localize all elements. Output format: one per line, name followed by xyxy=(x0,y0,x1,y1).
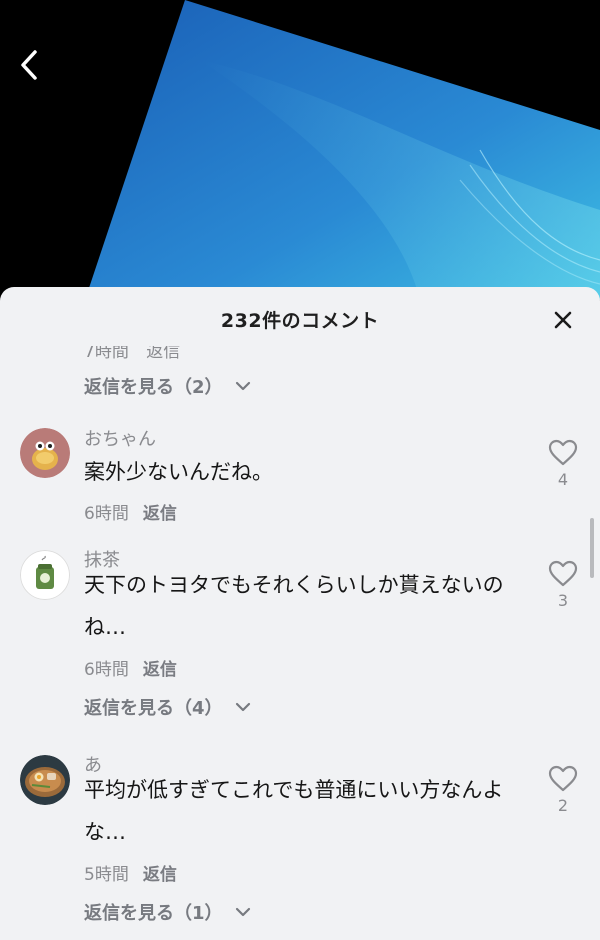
reply-button[interactable]: 返信 xyxy=(143,865,177,885)
comment-text: 案外少ないんだね。 xyxy=(84,460,273,484)
comment-username[interactable]: おちゃん xyxy=(84,425,156,451)
avatar[interactable] xyxy=(20,428,70,478)
like-button[interactable]: 3 xyxy=(543,560,583,610)
comment-text: 平均が低すぎてこれでも普通にいい方なんよな… xyxy=(84,778,504,844)
comment-count-title: 232件のコメント xyxy=(220,309,380,332)
heart-outline-icon xyxy=(548,439,578,466)
chevron-down-icon xyxy=(235,381,250,391)
heart-outline-icon xyxy=(548,560,578,587)
reply-button[interactable]: 返信 xyxy=(143,504,177,524)
view-replies-button[interactable]: 返信を見る（1） xyxy=(84,899,251,925)
chevron-down-icon xyxy=(235,907,250,917)
view-replies-label: 返信を見る（2） xyxy=(84,377,223,398)
chevron-left-icon xyxy=(21,50,37,80)
avatar[interactable] xyxy=(20,755,70,805)
view-replies-label: 返信を見る（4） xyxy=(84,698,223,719)
comment-time: 6時間 xyxy=(84,660,129,680)
comment-time: 7時間 xyxy=(84,342,129,362)
avatar[interactable] xyxy=(20,550,70,600)
like-count: 4 xyxy=(557,470,569,489)
avatar-image xyxy=(20,755,70,805)
view-replies-button[interactable]: 返信を見る（2） xyxy=(84,373,251,399)
comment-time: 5時間 xyxy=(84,865,129,885)
comment-text: 天下のトヨタでもそれくらいしか貰えないのね… xyxy=(84,573,504,639)
comment-sheet: 232件のコメント 7時間 返信 返信を見る（2） おちゃん 案外少ないんだね。… xyxy=(0,287,600,940)
video-preview[interactable] xyxy=(0,0,600,300)
like-button[interactable]: 2 xyxy=(543,765,583,815)
comment-time: 6時間 xyxy=(84,504,129,524)
close-icon xyxy=(554,311,572,329)
comment-meta: 6時間 返信 xyxy=(84,499,177,524)
chevron-down-icon xyxy=(235,702,250,712)
view-replies-button[interactable]: 返信を見る（4） xyxy=(84,694,251,720)
avatar-image xyxy=(20,550,70,600)
scrollbar[interactable] xyxy=(590,518,594,578)
reply-button[interactable]: 返信 xyxy=(143,660,177,680)
comment-meta: 6時間 返信 xyxy=(84,655,177,680)
avatar-image xyxy=(20,428,70,478)
comment-list[interactable]: 7時間 返信 返信を見る（2） おちゃん 案外少ないんだね。 6時間 返信 4 … xyxy=(0,341,600,940)
like-count: 2 xyxy=(557,796,569,815)
like-count: 3 xyxy=(557,591,569,610)
previous-comment-meta: 7時間 返信 xyxy=(84,342,192,362)
close-button[interactable] xyxy=(550,307,576,333)
like-button[interactable]: 4 xyxy=(543,439,583,489)
video-thumbnail xyxy=(85,0,600,300)
heart-outline-icon xyxy=(548,765,578,792)
reply-button[interactable]: 返信 xyxy=(146,346,180,362)
back-button[interactable] xyxy=(18,48,58,88)
comment-meta: 5時間 返信 xyxy=(84,860,177,885)
view-replies-label: 返信を見る（1） xyxy=(84,903,223,924)
